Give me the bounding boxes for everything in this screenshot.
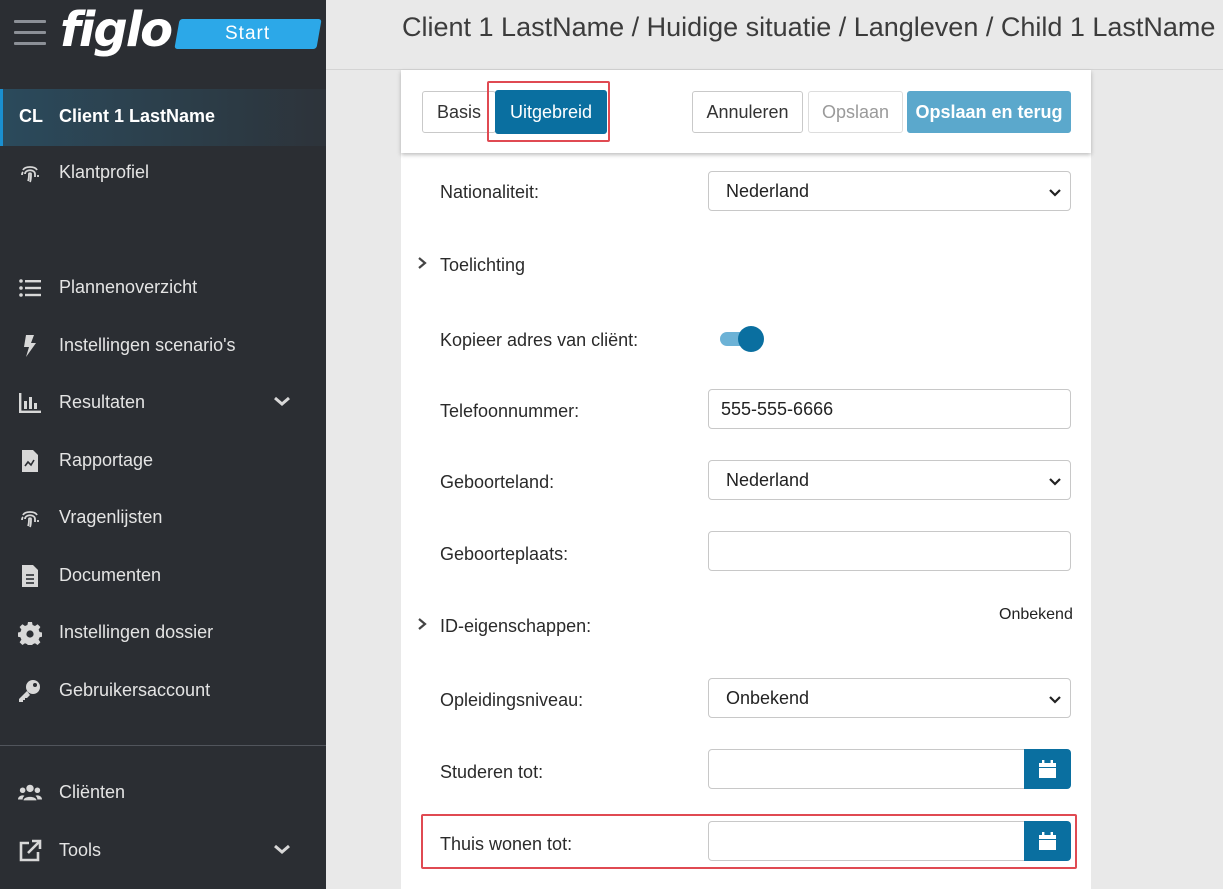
client-abbr: CL	[19, 106, 43, 126]
fingerprint-icon	[21, 166, 39, 183]
sidebar-item-label: Plannenoverzicht	[59, 277, 198, 297]
thuis-wonen-tot-calendar-button[interactable]	[1024, 821, 1071, 861]
report-file-icon	[22, 450, 38, 472]
tab-basis[interactable]: Basis	[422, 91, 496, 133]
document-icon	[22, 565, 38, 587]
sidebar-divider	[0, 745, 326, 746]
geboorteplaats-label: Geboorteplaats:	[440, 544, 569, 564]
nationaliteit-value: Nederland	[726, 181, 810, 201]
sidebar: figlo Start CL Client 1 LastName Klantpr…	[0, 0, 326, 889]
opleidingsniveau-label: Opleidingsniveau:	[440, 690, 584, 710]
calendar-icon	[1039, 832, 1056, 850]
client-name: Client 1 LastName	[59, 106, 216, 126]
save-and-back-button[interactable]: Opslaan en terug	[907, 91, 1071, 133]
brand-bar: figlo Start	[0, 0, 326, 70]
external-link-icon	[19, 839, 42, 862]
sidebar-item-tools[interactable]: Tools	[0, 831, 326, 871]
kopieer-adres-toggle[interactable]	[720, 326, 764, 352]
kopieer-adres-label: Kopieer adres van cliënt:	[440, 330, 639, 350]
thuis-wonen-tot-input[interactable]	[708, 821, 1025, 861]
sidebar-item-gebruikersaccount[interactable]: Gebruikersaccount	[0, 671, 326, 711]
telefoon-input[interactable]: 555-555-6666	[708, 389, 1071, 429]
geboorteplaats-input[interactable]	[708, 531, 1071, 571]
sidebar-item-plannenoverzicht[interactable]: Plannenoverzicht	[0, 268, 326, 308]
calendar-icon	[1039, 760, 1056, 778]
figlo-logo[interactable]: figlo	[60, 2, 173, 58]
chevron-down-icon[interactable]	[272, 839, 292, 859]
sidebar-item-label: Cliënten	[59, 782, 126, 802]
key-icon	[19, 680, 40, 702]
sidebar-item-resultaten[interactable]: Resultaten	[0, 383, 326, 423]
bolt-icon	[24, 335, 36, 357]
chevron-down-icon	[1049, 478, 1061, 486]
sidebar-item-label: Vragenlijsten	[59, 507, 163, 527]
sidebar-item-label: Rapportage	[59, 450, 154, 470]
bar-chart-icon	[19, 393, 41, 413]
menu-icon[interactable]	[14, 20, 46, 46]
sidebar-item-label: Instellingen scenario's	[59, 335, 236, 355]
sidebar-client-item[interactable]: CL Client 1 LastName	[0, 89, 326, 146]
toggle-knob	[738, 326, 764, 352]
sidebar-item-label: Instellingen dossier	[59, 622, 214, 642]
gear-icon	[18, 622, 42, 645]
geboorteland-label: Geboorteland:	[440, 472, 555, 492]
opleidingsniveau-value: Onbekend	[726, 688, 810, 708]
telefoon-value: 555-555-6666	[721, 399, 834, 419]
sidebar-item-documenten[interactable]: Documenten	[0, 556, 326, 596]
save-button[interactable]: Opslaan	[808, 91, 903, 133]
chevron-down-icon[interactable]	[272, 391, 292, 411]
sidebar-item-label: Gebruikersaccount	[59, 680, 211, 700]
chevron-down-icon	[1049, 189, 1061, 197]
sidebar-item-instellingen-dossier[interactable]: Instellingen dossier	[0, 613, 326, 653]
list-icon	[19, 279, 41, 297]
sidebar-item-vragenlijsten[interactable]: Vragenlijsten	[0, 498, 326, 538]
sidebar-item-label: Documenten	[59, 565, 162, 585]
thuis-wonen-tot-label: Thuis wonen tot:	[440, 834, 573, 854]
users-icon	[18, 784, 42, 801]
geboorteland-value: Nederland	[726, 470, 810, 490]
cancel-button[interactable]: Annuleren	[692, 91, 803, 133]
sidebar-item-label: Tools	[59, 840, 102, 860]
toelichting-toggle[interactable]: Toelichting	[440, 255, 525, 276]
breadcrumb: Client 1 LastName / Huidige situatie / L…	[402, 12, 1216, 42]
sidebar-item-label: Klantprofiel	[59, 162, 150, 182]
sidebar-item-instellingen-scenarios[interactable]: Instellingen scenario's	[0, 326, 326, 366]
studeren-tot-calendar-button[interactable]	[1024, 749, 1071, 789]
start-badge[interactable]: Start	[174, 19, 322, 49]
nationaliteit-select[interactable]: Nederland	[708, 171, 1071, 211]
top-bar: Client 1 LastName / Huidige situatie / L…	[326, 0, 1223, 70]
telefoon-label: Telefoonnummer:	[440, 401, 580, 421]
sidebar-item-clienten[interactable]: Cliënten	[0, 773, 326, 813]
nationaliteit-label: Nationaliteit:	[440, 182, 540, 202]
studeren-tot-label: Studeren tot:	[440, 762, 544, 782]
chevron-down-icon	[1049, 696, 1061, 704]
sidebar-item-klantprofiel[interactable]: Klantprofiel	[0, 153, 326, 193]
sidebar-item-label: Resultaten	[59, 392, 146, 412]
studeren-tot-input[interactable]	[708, 749, 1025, 789]
id-eigenschappen-status: Onbekend	[999, 606, 1073, 623]
id-eigenschappen-toggle[interactable]: ID-eigenschappen:	[440, 616, 591, 637]
sidebar-item-rapportage[interactable]: Rapportage	[0, 441, 326, 481]
highlight-uitgebreid	[487, 81, 610, 142]
chevron-right-icon[interactable]	[415, 617, 429, 631]
opleidingsniveau-select[interactable]: Onbekend	[708, 678, 1071, 718]
chevron-right-icon[interactable]	[415, 256, 429, 270]
fingerprint-icon	[21, 511, 39, 528]
geboorteland-select[interactable]: Nederland	[708, 460, 1071, 500]
